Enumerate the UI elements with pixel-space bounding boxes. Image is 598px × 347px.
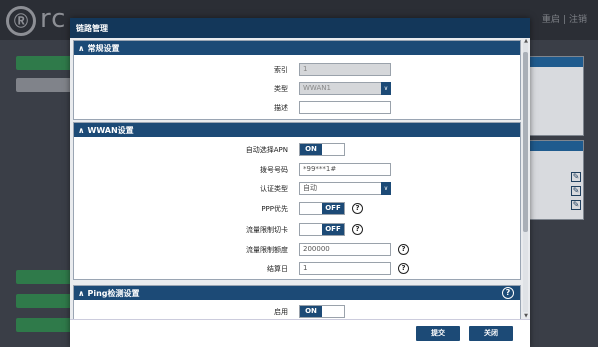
wwan-section-title: WWAN设置 [87, 125, 134, 135]
header-links: 重启 | 注销 [541, 15, 587, 25]
limit-row: 流量限制额度 200000 ? [74, 243, 520, 259]
logout-link[interactable]: 注销 [569, 15, 587, 25]
edit-icon[interactable]: ✎ [571, 186, 581, 196]
ping-enable-row: 启用 ON [74, 305, 520, 319]
ppp-toggle-state: OFF [322, 203, 344, 214]
ping-enable-label: 启用 [274, 308, 288, 316]
edit-icon[interactable]: ✎ [571, 172, 581, 182]
general-section: ∧ 常规设置 索引 1 类型 WWAN1 ∨ 描述 [73, 40, 521, 120]
type-select[interactable]: WWAN1 ∨ [299, 82, 391, 95]
help-icon[interactable]: ? [398, 263, 409, 274]
chevron-down-icon: ∨ [381, 182, 391, 195]
dial-row: 拨号号码 *99***1# [74, 163, 520, 179]
help-icon[interactable]: ? [352, 224, 363, 235]
index-input: 1 [299, 63, 391, 76]
ping-section: ∧ Ping检测设置 ? 启用 ON [73, 285, 521, 319]
index-row: 索引 1 [74, 63, 520, 79]
switch-toggle-state: OFF [322, 224, 344, 235]
link-management-dialog: 链路管理 ∧ 常规设置 索引 1 类型 WWAN1 ∨ 描述 ∧ WWAN设置 … [70, 18, 530, 347]
auth-select[interactable]: 自动 ∨ [299, 182, 391, 195]
general-section-header[interactable]: ∧ 常规设置 [74, 41, 520, 55]
auth-label: 认证类型 [260, 185, 288, 193]
ppp-row: PPP优先 OFF ? [74, 202, 520, 218]
ping-section-title: Ping检测设置 [87, 288, 140, 298]
limit-label: 流量限制额度 [246, 246, 288, 254]
nav-item[interactable] [16, 78, 76, 92]
apn-row: 自动选择APN ON [74, 143, 520, 159]
billing-input[interactable]: 1 [299, 262, 391, 275]
dial-input[interactable]: *99***1# [299, 163, 391, 176]
ppp-toggle[interactable]: OFF [299, 202, 345, 215]
nav-item[interactable] [16, 56, 76, 70]
dialog-body: ∧ 常规设置 索引 1 类型 WWAN1 ∨ 描述 ∧ WWAN设置 自动选择A… [70, 38, 530, 319]
nav-item[interactable] [16, 318, 76, 332]
billing-row: 结算日 1 ? [74, 262, 520, 278]
apn-label: 自动选择APN [245, 146, 288, 154]
ping-section-header[interactable]: ∧ Ping检测设置 ? [74, 286, 520, 300]
dialog-footer: 提交 关闭 [70, 319, 530, 347]
chevron-down-icon: ∨ [381, 82, 391, 95]
scrollbar[interactable] [523, 42, 528, 312]
auth-row: 认证类型 自动 ∨ [74, 182, 520, 198]
dial-label: 拨号号码 [260, 166, 288, 174]
wwan-section: ∧ WWAN设置 自动选择APN ON 拨号号码 *99***1# 认证类型 自… [73, 122, 521, 280]
chevron-up-icon: ∧ [78, 288, 85, 298]
apn-toggle[interactable]: ON [299, 143, 345, 156]
brand-logo-icon: Ⓡ [6, 6, 36, 36]
billing-label: 结算日 [267, 265, 288, 273]
general-section-title: 常规设置 [87, 43, 120, 53]
help-icon[interactable]: ? [352, 203, 363, 214]
chevron-up-icon: ∧ [78, 125, 85, 135]
switch-label: 流量限制切卡 [246, 226, 288, 234]
desc-label: 描述 [274, 104, 288, 112]
desc-input[interactable] [299, 101, 391, 114]
apn-toggle-state: ON [300, 144, 322, 155]
close-button[interactable]: 关闭 [469, 326, 513, 341]
nav-item[interactable] [16, 294, 76, 308]
dialog-title: 链路管理 [70, 18, 530, 38]
reboot-link[interactable]: 重启 [542, 15, 560, 25]
brand-logo-text: rc [40, 4, 67, 34]
chevron-up-icon: ∧ [78, 43, 85, 53]
wwan-section-header[interactable]: ∧ WWAN设置 [74, 123, 520, 137]
type-label: 类型 [274, 85, 288, 93]
edit-icon[interactable]: ✎ [571, 200, 581, 210]
desc-row: 描述 [74, 101, 520, 117]
help-icon[interactable]: ? [398, 244, 409, 255]
ping-enable-toggle-state: ON [300, 306, 322, 317]
nav-item[interactable] [16, 270, 76, 284]
submit-button[interactable]: 提交 [416, 326, 460, 341]
auth-value: 自动 [303, 184, 317, 192]
scrollbar-thumb[interactable] [523, 52, 528, 232]
index-label: 索引 [274, 66, 288, 74]
switch-row: 流量限制切卡 OFF ? [74, 223, 520, 239]
help-icon[interactable]: ? [502, 287, 514, 299]
ping-enable-toggle[interactable]: ON [299, 305, 345, 318]
limit-input[interactable]: 200000 [299, 243, 391, 256]
switch-toggle[interactable]: OFF [299, 223, 345, 236]
ppp-label: PPP优先 [261, 205, 288, 213]
type-row: 类型 WWAN1 ∨ [74, 82, 520, 98]
type-value: WWAN1 [303, 84, 331, 92]
scroll-up-icon[interactable]: ▲ [524, 38, 528, 44]
